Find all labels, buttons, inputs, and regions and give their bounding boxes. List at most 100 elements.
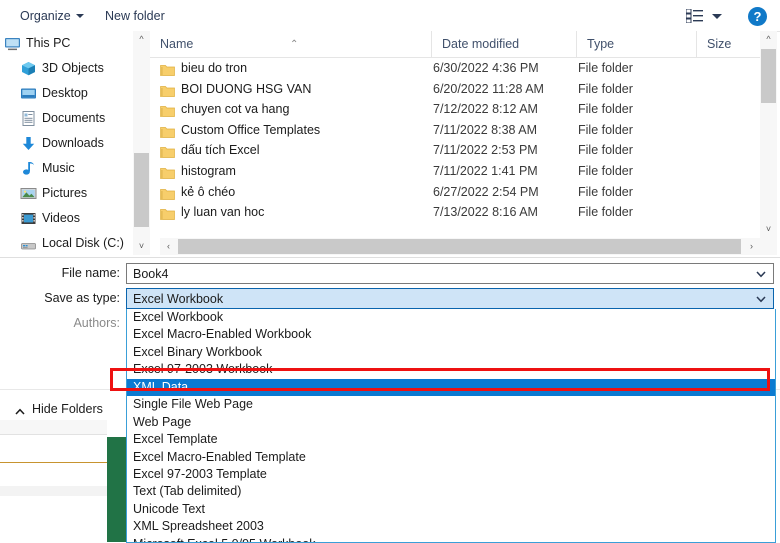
help-button[interactable]: ?	[748, 7, 767, 26]
file-vscroll-thumb[interactable]	[761, 49, 776, 103]
hide-folders-button[interactable]: Hide Folders	[10, 398, 103, 420]
nav-pane-scrollbar[interactable]: ^ ˅	[132, 31, 150, 255]
dropdown-option[interactable]: Single File Web Page	[127, 396, 775, 413]
monitor-icon	[4, 35, 21, 52]
nav-item-videos[interactable]: Videos	[0, 206, 132, 231]
nav-item-local-disk-c[interactable]: Local Disk (C:)	[0, 231, 132, 255]
cell-type: File folder	[578, 102, 633, 117]
table-row[interactable]: bieu do tron 6/30/2022 4:36 PM File folder	[150, 58, 760, 79]
nav-item-label: Videos	[42, 211, 80, 225]
save-as-type-chevron-down-icon[interactable]	[755, 293, 767, 305]
column-header-name[interactable]: Name ⌃	[150, 31, 431, 57]
table-row[interactable]: ly luan van hoc 7/13/2022 8:16 AM File fol…	[150, 202, 760, 223]
file-scroll-down-icon[interactable]: ˅	[760, 221, 777, 238]
folder-icon	[160, 165, 175, 179]
view-options-chevron-down-icon[interactable]	[712, 14, 722, 19]
nav-item-music[interactable]: Music	[0, 156, 132, 181]
file-name-input[interactable]: Book4	[126, 263, 774, 284]
cube-icon	[20, 60, 37, 77]
cell-date: 6/30/2022 4:36 PM	[433, 61, 539, 75]
excel-sheet-row-band	[0, 486, 107, 496]
dropdown-option[interactable]: XML Spreadsheet 2003	[127, 518, 775, 535]
dropdown-option[interactable]: Excel 97-2003 Workbook	[127, 361, 775, 378]
dropdown-option[interactable]: Excel Template	[127, 431, 775, 448]
file-name-chevron-down-icon[interactable]	[755, 268, 767, 280]
nav-scroll-down-icon[interactable]: ˅	[133, 238, 150, 255]
nav-scroll-up-icon[interactable]: ^	[133, 31, 150, 48]
folder-icon	[160, 186, 175, 200]
music-note-icon	[20, 160, 37, 177]
folder-icon	[160, 206, 175, 221]
file-list-horizontal-scrollbar[interactable]: ‹ ›	[160, 238, 760, 255]
file-scroll-left-icon[interactable]: ‹	[160, 238, 177, 255]
file-list-pane[interactable]: Name ⌃ Date modified Type Size bieu do tron 6…	[150, 31, 760, 255]
column-header-label: Name	[160, 37, 194, 51]
organize-button[interactable]: Organize	[14, 6, 90, 26]
file-name-label: File name:	[61, 266, 120, 280]
column-header-label: Type	[587, 37, 615, 51]
dropdown-option[interactable]: Text (Tab delimited)	[127, 483, 775, 500]
cell-type: File folder	[578, 122, 633, 137]
video-icon	[20, 210, 37, 227]
dropdown-option[interactable]: Excel Macro-Enabled Template	[127, 449, 775, 466]
cell-date: 7/11/2022 8:38 AM	[433, 122, 538, 137]
save-as-type-select[interactable]: Excel Workbook	[126, 288, 774, 309]
file-scroll-right-icon[interactable]: ›	[743, 238, 760, 255]
nav-item-downloads[interactable]: Downloads	[0, 131, 132, 156]
folder-icon	[160, 124, 175, 138]
chevron-up-icon	[14, 403, 26, 415]
table-row[interactable]: histogram 7/11/2022 1:41 PM File folder	[150, 161, 760, 182]
cell-name: ly luan van hoc	[181, 205, 265, 220]
authors-label: Authors:	[73, 316, 120, 330]
dropdown-option[interactable]: Web Page	[127, 414, 775, 431]
new-folder-button[interactable]: New folder	[99, 6, 171, 26]
cell-name: kẻ ô chéo	[181, 184, 236, 199]
table-row[interactable]: BOI DUONG HSG VAN 6/20/2022 11:28 AM File …	[150, 79, 760, 100]
excel-sheet-accent-line	[0, 462, 107, 463]
nav-item-pictures[interactable]: Pictures	[0, 181, 132, 206]
dropdown-option[interactable]: Excel Binary Workbook	[127, 344, 775, 361]
nav-scroll-thumb[interactable]	[134, 153, 149, 227]
organize-label: Organize	[20, 9, 71, 23]
cell-date: 6/20/2022 11:28 AM	[433, 81, 544, 96]
table-row[interactable]: chuyen cot va hang 7/12/2022 8:12 AM File …	[150, 99, 760, 120]
nav-item-3d-objects[interactable]: 3D Objects	[0, 56, 132, 81]
column-header-date-modified[interactable]: Date modified	[431, 31, 576, 57]
file-list-rows[interactable]: bieu do tron 6/30/2022 4:36 PM File folder…	[150, 58, 760, 223]
disk-drive-icon	[20, 235, 37, 252]
cell-date: 7/13/2022 8:16 AM	[433, 205, 538, 220]
dropdown-option[interactable]: Excel 97-2003 Template	[127, 466, 775, 483]
table-row[interactable]: kẻ ô chéo 6/27/2022 2:54 PM File folder	[150, 182, 760, 203]
folder-icon	[160, 144, 175, 159]
column-header-type[interactable]: Type	[576, 31, 696, 57]
nav-item-label: Desktop	[42, 86, 88, 100]
cell-date: 7/12/2022 8:12 AM	[433, 102, 538, 117]
navigation-pane[interactable]: This PC 3D Objects Desktop Documents Downloa…	[0, 31, 132, 255]
nav-item-desktop[interactable]: Desktop	[0, 81, 132, 106]
dropdown-option[interactable]: Excel Macro-Enabled Workbook	[127, 326, 775, 343]
cell-type: File folder	[578, 61, 633, 75]
dropdown-option[interactable]: XML Data	[127, 378, 775, 397]
save-as-type-dropdown-list[interactable]: Excel Workbook Excel Macro-Enabled Workbo…	[126, 309, 776, 543]
dropdown-option[interactable]: Unicode Text	[127, 501, 775, 518]
file-scroll-up-icon[interactable]: ^	[760, 31, 777, 48]
nav-item-documents[interactable]: Documents	[0, 106, 132, 131]
cell-name: Custom Office Templates	[181, 122, 321, 137]
document-icon	[20, 110, 37, 127]
cell-name: histogram	[181, 163, 236, 178]
table-row[interactable]: dấu tích Excel 7/11/2022 2:53 PM File fold…	[150, 140, 760, 161]
cell-date: 7/11/2022 1:41 PM	[433, 163, 538, 178]
dropdown-option[interactable]: Excel Workbook	[127, 309, 775, 326]
column-header-label: Size	[707, 37, 732, 51]
nav-item-label: Music	[42, 161, 75, 175]
cell-name: bieu do tron	[181, 61, 248, 75]
file-list-column-headers[interactable]: Name ⌃ Date modified Type Size	[150, 31, 760, 58]
table-row[interactable]: Custom Office Templates 7/11/2022 8:38 AM…	[150, 120, 760, 141]
list-view-icon[interactable]	[685, 8, 703, 24]
nav-item-this-pc[interactable]: This PC	[0, 31, 132, 56]
download-arrow-icon	[20, 135, 37, 152]
column-header-size[interactable]: Size	[696, 31, 760, 57]
folder-icon	[160, 83, 175, 97]
file-hscroll-thumb[interactable]	[178, 239, 741, 254]
file-list-vertical-scrollbar[interactable]: ^ ˅	[760, 31, 777, 238]
